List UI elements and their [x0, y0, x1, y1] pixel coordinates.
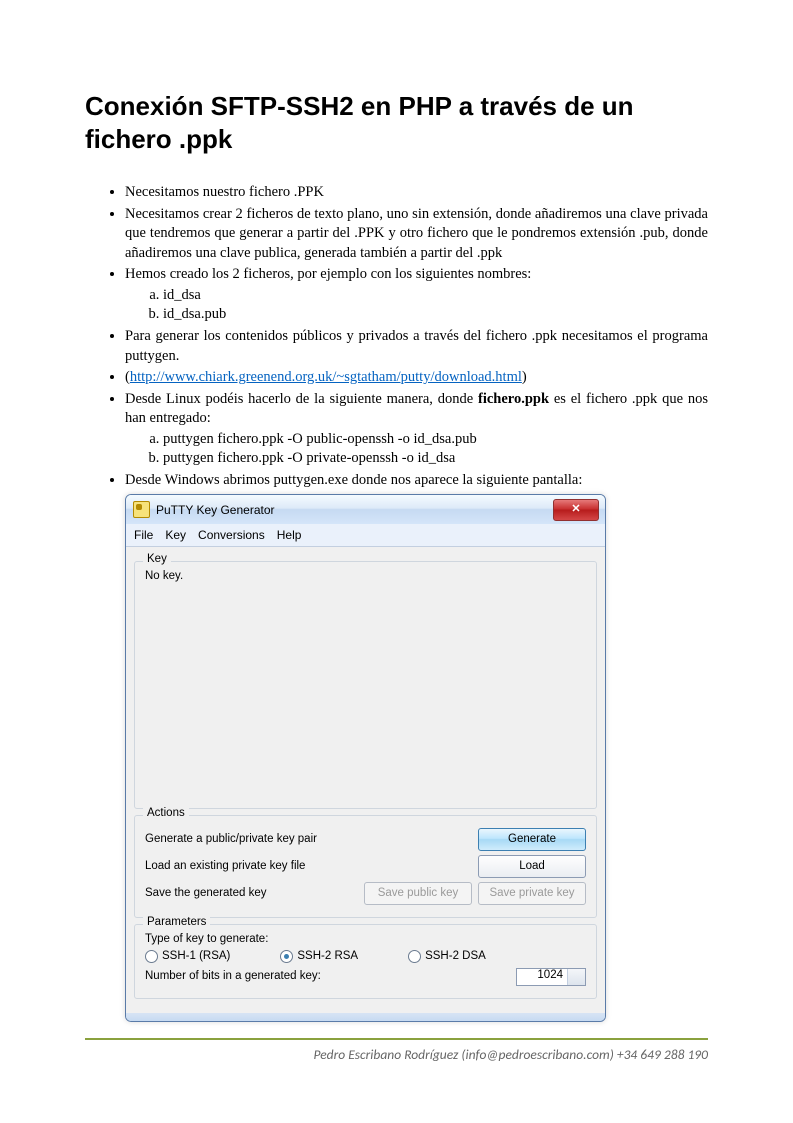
group-title: Key [143, 554, 171, 566]
radio-ssh2-dsa[interactable]: SSH-2 DSA [408, 950, 486, 963]
paren-close: ) [522, 369, 527, 385]
sub-item: puttygen fichero.ppk -O private-openssh … [163, 449, 708, 469]
download-link[interactable]: http://www.chiark.greenend.org.uk/~sgtat… [130, 369, 522, 385]
close-button[interactable]: ✕ [553, 499, 599, 521]
sub-item: id_dsa [163, 286, 708, 306]
app-icon [133, 501, 150, 518]
bits-label: Number of bits in a generated key: [145, 971, 321, 983]
putty-window: PuTTY Key Generator ✕ File Key Conversio… [125, 494, 606, 1022]
bits-input[interactable]: 1024 [516, 968, 586, 986]
window-bottom-border [126, 1013, 605, 1021]
footer-divider [85, 1038, 708, 1040]
load-label: Load an existing private key file [145, 861, 305, 873]
screenshot-figure: PuTTY Key Generator ✕ File Key Conversio… [125, 494, 708, 1022]
parameters-group: Parameters Type of key to generate: SSH-… [134, 924, 597, 999]
radio-label: SSH-2 DSA [425, 951, 486, 963]
bullet-item: Hemos creado los 2 ficheros, por ejemplo… [125, 265, 708, 325]
group-title: Actions [143, 808, 189, 820]
radio-ssh1-rsa[interactable]: SSH-1 (RSA) [145, 950, 230, 963]
menu-key[interactable]: Key [165, 529, 186, 541]
radio-label: SSH-2 RSA [297, 951, 358, 963]
bullet-text-bold: fichero.ppk [478, 391, 549, 407]
nokey-label: No key. [145, 570, 586, 584]
actions-group: Actions Generate a public/private key pa… [134, 815, 597, 918]
sub-list: id_dsa id_dsa.pub [125, 286, 708, 325]
save-public-key-button[interactable]: Save public key [364, 882, 472, 905]
bullet-item: Desde Windows abrimos puttygen.exe donde… [125, 471, 708, 491]
bullet-item: Necesitamos crear 2 ficheros de texto pl… [125, 205, 708, 264]
radio-icon [408, 950, 421, 963]
window-title: PuTTY Key Generator [156, 504, 275, 516]
main-bullet-list: Necesitamos nuestro fichero .PPK Necesit… [85, 183, 708, 490]
save-label: Save the generated key [145, 888, 266, 900]
key-group: Key No key. [134, 561, 597, 809]
bullet-item: (http://www.chiark.greenend.org.uk/~sgta… [125, 368, 708, 388]
type-label: Type of key to generate: [145, 933, 586, 947]
document-page: Conexión SFTP-SSH2 en PHP a través de un… [0, 0, 793, 1123]
save-private-key-button[interactable]: Save private key [478, 882, 586, 905]
radio-icon [280, 950, 293, 963]
bullet-item: Necesitamos nuestro fichero .PPK [125, 183, 708, 203]
menu-conversions[interactable]: Conversions [198, 529, 265, 541]
group-title: Parameters [143, 917, 210, 929]
generate-label: Generate a public/private key pair [145, 834, 317, 846]
sub-list: puttygen fichero.ppk -O public-openssh -… [125, 430, 708, 469]
generate-button[interactable]: Generate [478, 828, 586, 851]
load-button[interactable]: Load [478, 855, 586, 878]
bullet-item: Para generar los contenidos públicos y p… [125, 327, 708, 366]
titlebar: PuTTY Key Generator ✕ [126, 495, 605, 524]
close-icon: ✕ [571, 504, 580, 515]
radio-ssh2-rsa[interactable]: SSH-2 RSA [280, 950, 358, 963]
page-title: Conexión SFTP-SSH2 en PHP a través de un… [85, 90, 708, 155]
menu-help[interactable]: Help [277, 529, 302, 541]
radio-icon [145, 950, 158, 963]
bullet-item: Desde Linux podéis hacerlo de la siguien… [125, 390, 708, 469]
footer-text: Pedro Escribano Rodríguez (info@pedroesc… [85, 1046, 708, 1063]
client-area: Key No key. Actions Generate a public/pr… [126, 547, 605, 1013]
menu-file[interactable]: File [134, 529, 153, 541]
radio-label: SSH-1 (RSA) [162, 951, 230, 963]
menubar: File Key Conversions Help [126, 524, 605, 547]
sub-item: puttygen fichero.ppk -O public-openssh -… [163, 430, 708, 450]
bullet-text: Hemos creado los 2 ficheros, por ejemplo… [125, 266, 531, 282]
bullet-text-pre: Desde Linux podéis hacerlo de la siguien… [125, 391, 478, 407]
sub-item: id_dsa.pub [163, 305, 708, 325]
